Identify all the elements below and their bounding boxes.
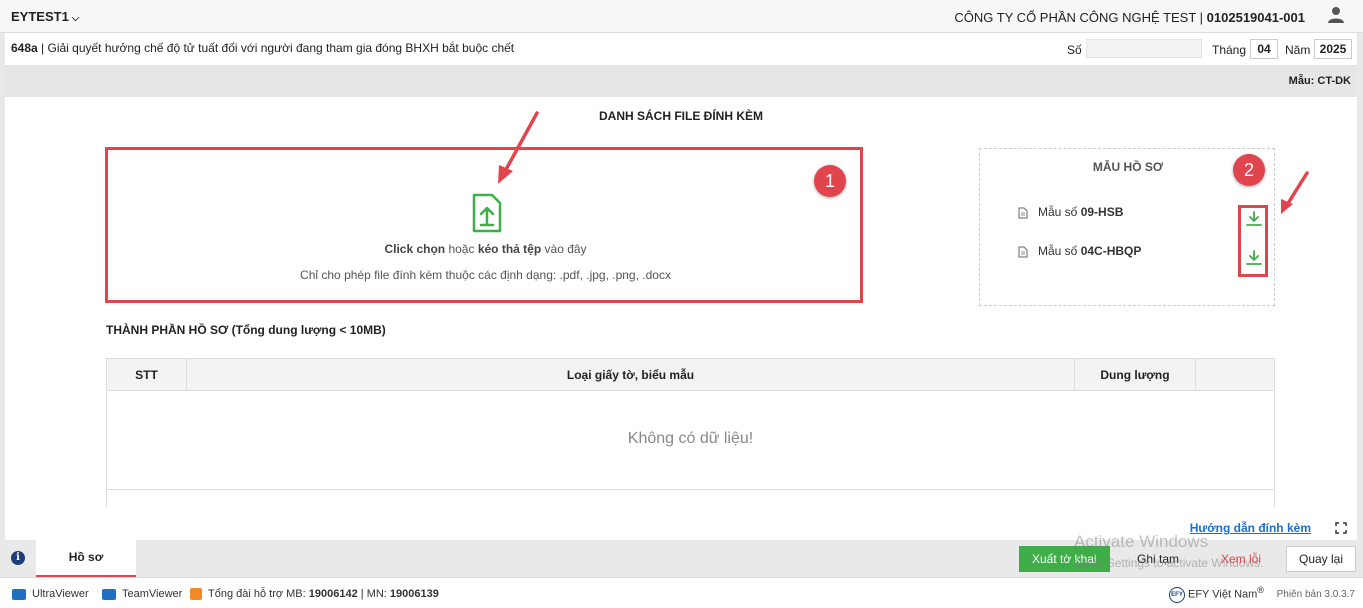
column-header-type: Loại giấy tờ, biểu mẫu <box>187 359 1075 391</box>
table-row-divider <box>107 489 1274 490</box>
column-header-stt: STT <box>107 359 187 391</box>
nam-label: Năm <box>1285 43 1311 57</box>
annotation-badge-1: 1 <box>814 165 846 197</box>
attachments-title: DANH SÁCH FILE ĐÍNH KÈM <box>599 109 763 123</box>
column-header-size: Dung lượng <box>1075 359 1196 391</box>
windows-watermark-subtitle: Go to Settings to activate Windows. <box>1074 556 1264 570</box>
tab-ho-so[interactable]: Hồ sơ <box>36 540 136 577</box>
teamviewer-link[interactable]: TeamViewer <box>102 588 182 600</box>
empty-table-message: Không có dữ liệu! <box>627 430 754 447</box>
hotline-separator: | MN: <box>357 588 390 600</box>
template-prefix: Mẫu số <box>1038 244 1081 258</box>
so-label: Số <box>1067 43 1082 57</box>
org-selector[interactable]: EYTEST1 ⌵ <box>11 9 79 24</box>
ultraviewer-label: UltraViewer <box>32 588 89 600</box>
hotline-mn: 19006139 <box>389 588 439 600</box>
brand-name: EFY Việt Nam <box>1188 588 1258 601</box>
teamviewer-label: TeamViewer <box>122 588 183 600</box>
annotation-box-2 <box>1238 205 1268 277</box>
nam-input[interactable]: 2025 <box>1314 39 1352 59</box>
template-prefix: Mẫu số <box>1038 205 1081 219</box>
status-bar: UltraViewer TeamViewer Tổng đài hỗ trợ M… <box>0 577 1363 608</box>
form-header: 648a | Giải quyết hưởng chế độ tử tuất đ… <box>5 33 1357 65</box>
table-header: STT Loại giấy tờ, biểu mẫu Dung lượng <box>107 359 1274 391</box>
brand: EFY EFY Việt Nam® <box>1169 585 1264 603</box>
thang-label: Tháng <box>1212 43 1247 57</box>
main-content: DANH SÁCH FILE ĐÍNH KÈM Click chọn hoặc … <box>5 97 1357 507</box>
hotline-mb: 19006142 <box>308 588 358 600</box>
chevron-down-icon: ⌵ <box>71 13 80 24</box>
info-icon[interactable]: i <box>11 551 25 565</box>
efy-logo-icon: EFY <box>1169 586 1185 603</box>
template-code-strip: Mẫu: CT-DK <box>5 65 1357 97</box>
registered-mark: ® <box>1257 585 1265 595</box>
template-item: Mẫu số 09-HSB <box>1018 205 1123 219</box>
expand-icon[interactable] <box>1335 522 1347 534</box>
org-name: EYTEST1 <box>11 9 69 24</box>
annotation-box-1 <box>105 147 863 303</box>
windows-watermark-title: Activate Windows <box>1074 532 1209 551</box>
version-label: Phiên bản 3.0.3.7 <box>1276 589 1355 600</box>
template-code: 04C-HBQP <box>1080 244 1142 258</box>
form-title: 648a | Giải quyết hưởng chế độ tử tuất đ… <box>11 41 514 55</box>
components-table: STT Loại giấy tờ, biểu mẫu Dung lượng Kh… <box>106 358 1275 507</box>
tax-code: 0102519041-001 <box>1206 10 1305 25</box>
monitor-icon <box>12 588 26 600</box>
templates-title: MẪU HỒ SƠ <box>1092 160 1164 174</box>
top-bar: EYTEST1 ⌵ CÔNG TY CỔ PHẦN CÔNG NGHỆ TEST … <box>0 0 1363 33</box>
phone-icon <box>190 588 202 601</box>
hotline-label: Tổng đài hỗ trợ MB: <box>208 588 309 600</box>
thang-input[interactable]: 04 <box>1250 39 1278 59</box>
company-info: CÔNG TY CỔ PHẦN CÔNG NGHỆ TEST | 0102519… <box>954 10 1305 25</box>
company-name: CÔNG TY CỔ PHẦN CÔNG NGHỆ TEST | <box>954 10 1207 25</box>
document-icon <box>1018 207 1028 219</box>
column-header-actions <box>1196 359 1274 391</box>
templates-panel: MẪU HỒ SƠ Mẫu số 09-HSB Mẫu số 04C-HBQP <box>979 148 1275 306</box>
annotation-arrow-2 <box>1281 171 1309 214</box>
document-icon <box>1018 246 1028 258</box>
back-button[interactable]: Quay lại <box>1286 546 1357 572</box>
form-code: 648a <box>11 41 38 55</box>
teamviewer-icon <box>102 588 116 600</box>
hotline-info: Tổng đài hỗ trợ MB: 19006142 | MN: 19006… <box>190 588 439 601</box>
ultraviewer-link[interactable]: UltraViewer <box>12 588 89 600</box>
user-icon[interactable] <box>1327 6 1345 24</box>
template-code: Mẫu: CT-DK <box>1288 75 1351 87</box>
annotation-badge-2: 2 <box>1233 154 1265 186</box>
template-code: 09-HSB <box>1080 205 1124 219</box>
annotation-arrow-1 <box>498 111 539 184</box>
components-title: THÀNH PHẦN HỒ SƠ (Tổng dung lượng < 10MB… <box>106 323 386 337</box>
so-input[interactable] <box>1086 39 1202 58</box>
template-item: Mẫu số 04C-HBQP <box>1018 244 1141 258</box>
form-name: | Giải quyết hưởng chế độ tử tuất đối vớ… <box>37 41 515 55</box>
